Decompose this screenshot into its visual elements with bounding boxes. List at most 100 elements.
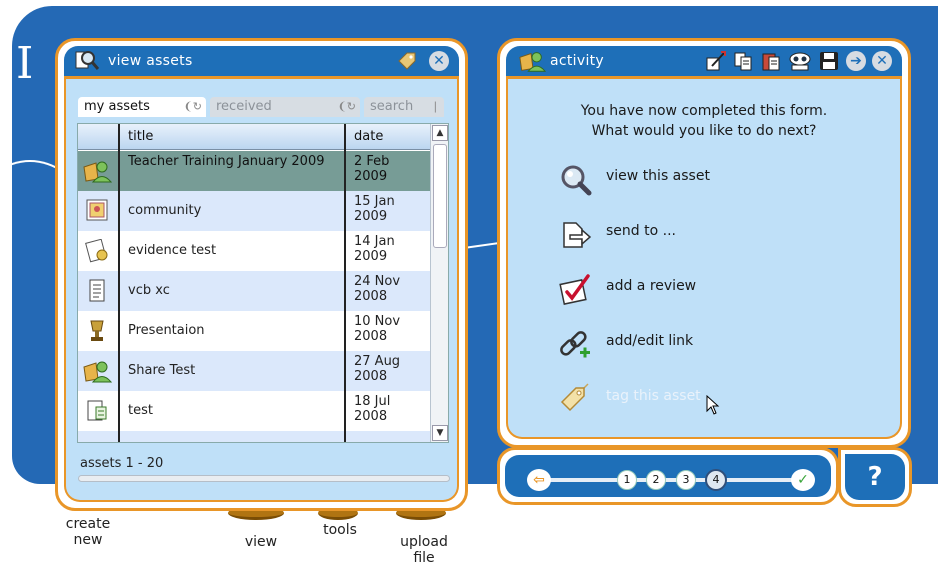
refresh-icon: ❨↻ <box>337 100 356 113</box>
row-date: 10 Nov 2008 <box>354 314 401 344</box>
row-title: Teacher Training January 2009 <box>128 154 325 169</box>
table-row[interactable]: Presentaion 10 Nov 2008 <box>78 311 430 351</box>
row-title: community <box>128 203 202 218</box>
close-button[interactable]: ✕ <box>872 51 892 71</box>
paste-icon[interactable] <box>760 50 782 72</box>
help-button[interactable]: ? <box>838 447 912 507</box>
background-letter: I <box>16 38 34 89</box>
preview-icon[interactable] <box>788 50 812 72</box>
action-tag-asset[interactable]: tag this asset <box>558 381 701 417</box>
view-assets-window: view assets ✕ my assets ❨↻ received ❨↻ s… <box>55 38 468 511</box>
dock-upload-file[interactable]: upload file <box>394 534 454 566</box>
action-label: view this asset <box>606 168 710 184</box>
activity-toolbar: ➔ ✕ <box>704 50 892 72</box>
action-send-to[interactable]: send to ... <box>558 216 676 252</box>
wizard-stepper: ⇦ 1 2 3 4 ✓ <box>497 447 839 505</box>
row-date: 2 Feb 2009 <box>354 154 390 184</box>
photo-icon <box>86 199 108 221</box>
column-title[interactable]: title <box>128 129 153 144</box>
assets-window-title: view assets <box>108 53 193 69</box>
stepper-track <box>535 478 810 482</box>
assets-table: title date Teacher Training January 2009… <box>77 123 449 443</box>
mouse-pointer-icon <box>706 395 720 415</box>
table-header: title date <box>78 124 430 150</box>
edit-icon[interactable] <box>704 50 726 72</box>
help-label: ? <box>845 454 905 500</box>
chain-link-icon <box>560 331 590 358</box>
review-check-icon <box>559 274 590 305</box>
dock-view[interactable]: view <box>238 534 284 550</box>
row-date: 18 Jul 2008 <box>354 394 391 424</box>
row-date: 24 Nov 2008 <box>354 274 401 304</box>
action-add-edit-link[interactable]: add/edit link <box>558 326 693 362</box>
magnifier-icon <box>75 51 100 70</box>
table-row[interactable]: Teacher Training January 2009 2 Feb 2009 <box>78 151 430 191</box>
action-view-asset[interactable]: view this asset <box>558 161 710 197</box>
finish-check-button[interactable]: ✓ <box>791 469 815 491</box>
refresh-icon: ❨↻ <box>183 100 202 113</box>
save-icon[interactable] <box>818 50 840 72</box>
text-document-icon <box>89 279 105 302</box>
completion-prompt: You have now completed this form. What w… <box>500 101 908 141</box>
step-4-current[interactable]: 4 <box>705 469 727 491</box>
copy-icon[interactable] <box>732 50 754 72</box>
stepper-track-bg: ⇦ 1 2 3 4 ✓ <box>505 455 831 497</box>
action-label: send to ... <box>606 223 676 239</box>
people-icon <box>83 361 112 383</box>
table-row[interactable]: community 15 Jan 2009 <box>78 191 430 231</box>
tab-my-assets-label: my assets <box>84 99 150 114</box>
row-title: vcb xc <box>128 283 170 298</box>
action-label: tag this asset <box>606 388 701 404</box>
row-title: test <box>128 403 153 418</box>
magnifier-icon <box>561 165 592 196</box>
table-row[interactable]: evidence test 14 Jan 2009 <box>78 231 430 271</box>
table-row[interactable] <box>78 431 430 442</box>
document-badge-icon <box>85 239 108 263</box>
scroll-down-arrow[interactable]: ▼ <box>432 425 448 441</box>
forward-button[interactable]: ➔ <box>846 51 866 71</box>
app-stage: I create new view tools upload file view… <box>0 0 938 569</box>
table-row[interactable]: vcb xc 24 Nov 2008 <box>78 271 430 311</box>
tab-my-assets[interactable]: my assets ❨↻ <box>78 97 206 117</box>
dock-upload-line2: file <box>413 550 435 566</box>
activity-window: activity ➔ ✕ You have now completed this… <box>497 38 911 448</box>
tab-search[interactable]: search ❘ <box>364 97 444 117</box>
horizontal-scrollbar[interactable] <box>78 475 450 482</box>
column-divider <box>344 124 346 442</box>
row-date: 15 Jan 2009 <box>354 194 395 224</box>
column-date[interactable]: date <box>354 129 383 144</box>
back-arrow-button[interactable]: ⇦ <box>527 469 551 491</box>
assets-title-bar[interactable]: view assets ✕ <box>64 46 459 79</box>
dock-upload-line1: upload <box>400 534 448 550</box>
table-row[interactable]: Share Test 27 Aug 2008 <box>78 351 430 391</box>
dock-create-line2: new <box>73 532 103 548</box>
dock-tools[interactable]: tools <box>314 522 366 538</box>
prompt-line-1: You have now completed this form. <box>580 103 828 119</box>
assets-count: assets 1 - 20 <box>80 456 164 471</box>
action-add-review[interactable]: add a review <box>558 271 696 307</box>
scroll-thumb[interactable] <box>433 144 447 248</box>
action-label: add/edit link <box>606 333 694 349</box>
step-2[interactable]: 2 <box>646 470 666 490</box>
close-button[interactable]: ✕ <box>429 51 449 71</box>
activity-title-bar[interactable]: activity ➔ ✕ <box>506 46 902 79</box>
row-title: evidence test <box>128 243 217 258</box>
row-title: Presentaion <box>128 323 205 338</box>
step-1[interactable]: 1 <box>617 470 637 490</box>
scroll-up-arrow[interactable]: ▲ <box>432 125 448 141</box>
dock-create-line1: create <box>65 516 111 532</box>
activity-window-title: activity <box>550 53 605 69</box>
people-icon <box>83 161 112 183</box>
tag-icon[interactable] <box>395 49 419 73</box>
table-scrollbar[interactable]: ▲ ▼ <box>430 124 448 442</box>
dock-create-new[interactable]: create new <box>60 516 116 548</box>
column-divider <box>118 124 120 442</box>
step-3[interactable]: 3 <box>676 470 696 490</box>
action-label: add a review <box>606 278 697 294</box>
row-title: Share Test <box>128 363 196 378</box>
people-icon <box>519 52 546 72</box>
table-row[interactable]: test 18 Jul 2008 <box>78 391 430 431</box>
trophy-icon <box>90 320 104 341</box>
row-date: 14 Jan 2009 <box>354 234 395 264</box>
tab-received[interactable]: received ❨↻ <box>210 97 360 117</box>
